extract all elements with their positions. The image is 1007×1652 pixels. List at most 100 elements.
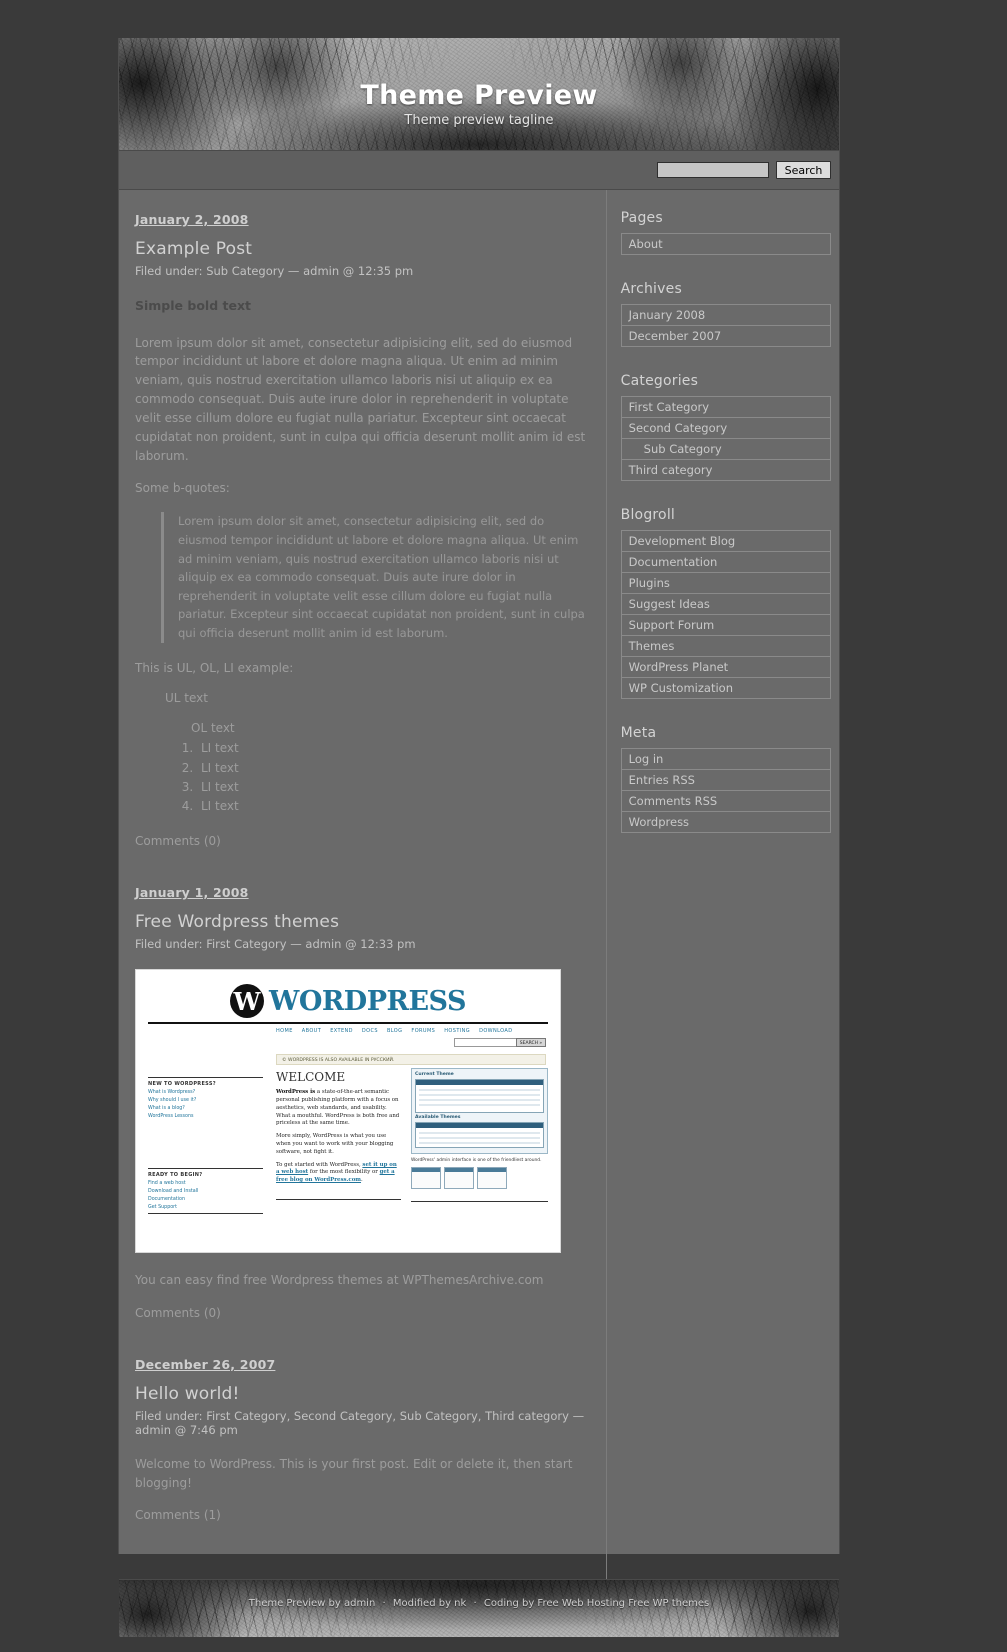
list-item: WordPress Planet	[620, 656, 831, 677]
post-date[interactable]: January 1, 2008	[135, 885, 586, 900]
page-wrapper: Theme Preview Theme preview tagline Sear…	[118, 38, 840, 1638]
theme-thumbnail	[415, 1079, 544, 1114]
wordpress-middle-column: WELCOME WordPress is a state-of-the-art …	[276, 1070, 401, 1203]
sidebar-link-sub-category[interactable]: Sub Category	[620, 438, 831, 459]
welcome-strong: WordPress is	[276, 1089, 316, 1096]
link-item: Download and Install	[148, 1189, 199, 1195]
widget-archives: Archives January 2008 December 2007	[615, 281, 831, 347]
post-paragraph: Welcome to WordPress. This is your first…	[135, 1456, 573, 1490]
post-title[interactable]: Hello world!	[135, 1384, 586, 1404]
nav-item: BLOG	[386, 1028, 403, 1035]
blog-tagline: Theme preview tagline	[404, 113, 554, 128]
list-item: LI text	[197, 739, 586, 758]
blog-title[interactable]: Theme Preview	[119, 80, 839, 111]
post-meta: Filed under: First Category, Second Cate…	[135, 1408, 585, 1437]
post-bold-lead: Simple bold text	[135, 298, 251, 313]
welcome-paragraph-3: To get started with WordPress, set it up…	[276, 1162, 401, 1185]
post-date[interactable]: December 26, 2007	[135, 1357, 586, 1372]
list-item: Entries RSS	[620, 769, 831, 790]
list-item: Plugins	[620, 572, 831, 593]
comments-link[interactable]: Comments (1)	[135, 1506, 586, 1525]
post-free-wordpress-themes: January 1, 2008 Free Wordpress themes Fi…	[135, 885, 586, 1323]
section-title: NEW TO WORDPRESS?	[148, 1081, 216, 1088]
sidebar-link-documentation[interactable]: Documentation	[620, 551, 831, 572]
sidebar-link-wp-customization[interactable]: WP Customization	[620, 677, 831, 699]
nav-item: DOWNLOAD	[479, 1028, 513, 1035]
wordpress-nav: HOME ABOUT EXTEND DOCS BLOG FORUMS HOSTI…	[276, 1028, 513, 1034]
welcome-paragraph-1: WordPress is a state-of-the-art semantic…	[276, 1089, 401, 1128]
sidebar-link-themes[interactable]: Themes	[620, 635, 831, 656]
list-item: Second Category	[620, 417, 831, 438]
list-item: January 2008	[620, 304, 831, 325]
sidebar-link-development-blog[interactable]: Development Blog	[620, 530, 831, 551]
comments-link[interactable]: Comments (0)	[135, 832, 586, 851]
theme-thumbnail	[415, 1122, 544, 1149]
theme-tile	[444, 1167, 474, 1190]
sidebar-link-third-category[interactable]: Third category	[620, 459, 831, 481]
search-input[interactable]	[657, 162, 769, 178]
divider	[411, 1201, 548, 1203]
list-item: LI text	[197, 778, 586, 797]
list-item: Suggest Ideas	[620, 593, 831, 614]
link-item: Find a web host	[148, 1181, 186, 1187]
sidebar-link-log-in[interactable]: Log in	[620, 748, 831, 769]
widget-meta: Meta Log in Entries RSS Comments RSS Wor…	[615, 725, 831, 833]
widget-list: Log in Entries RSS Comments RSS Wordpres…	[620, 748, 831, 833]
footer-separator: ·	[382, 1598, 386, 1610]
sidebar-link-december-2007[interactable]: December 2007	[620, 325, 831, 347]
nav-item: HOME	[276, 1028, 293, 1035]
search-button[interactable]: Search	[776, 161, 831, 179]
list-item: December 2007	[620, 325, 831, 347]
widget-list: First Category Second Category Sub Categ…	[620, 396, 831, 481]
post-meta: Filed under: Sub Category — admin @ 12:3…	[135, 264, 414, 278]
post-title[interactable]: Example Post	[135, 239, 586, 259]
widget-pages: Pages About	[615, 210, 831, 255]
widget-title: Meta	[620, 725, 657, 741]
panel-title: Current Theme	[415, 1072, 454, 1078]
list-item: Third category	[620, 459, 831, 481]
footer-separator: ·	[473, 1598, 477, 1610]
sidebar-link-wordpress[interactable]: Wordpress	[620, 811, 831, 833]
footer-link-wp-themes[interactable]: Free WP themes	[628, 1598, 709, 1609]
list-item: LI text	[197, 797, 586, 816]
footer-credit-theme: Theme Preview by admin	[248, 1598, 376, 1610]
widget-list: Development Blog Documentation Plugins S…	[620, 530, 831, 699]
link-item: What is Wordpress?	[148, 1090, 196, 1096]
sidebar-link-entries-rss[interactable]: Entries RSS	[620, 769, 831, 790]
list-item: First Category	[620, 396, 831, 417]
footer-link-hosting[interactable]: Free Web Hosting	[537, 1598, 625, 1609]
wordpress-org-screenshot-image: W WORDPRESS HOME ABOUT EXTEND DOCS BLOG …	[135, 969, 561, 1254]
wordpress-screenshot-content: W WORDPRESS HOME ABOUT EXTEND DOCS BLOG …	[136, 970, 560, 1252]
comments-link[interactable]: Comments (0)	[135, 1304, 586, 1323]
sidebar-link-wordpress-planet[interactable]: WordPress Planet	[620, 656, 831, 677]
sidebar-link-suggest-ideas[interactable]: Suggest Ideas	[620, 593, 831, 614]
search-bar: Search	[119, 150, 839, 190]
post-blockquote-text: Lorem ipsum dolor sit amet, consectetur …	[178, 514, 585, 640]
sidebar-link-comments-rss[interactable]: Comments RSS	[620, 790, 831, 811]
link-item: Documentation	[148, 1197, 185, 1203]
sidebar-link-second-category[interactable]: Second Category	[620, 417, 831, 438]
post-example-post: January 2, 2008 Example Post Filed under…	[135, 212, 586, 851]
nav-item: HOSTING	[444, 1028, 471, 1035]
nav-item: ABOUT	[301, 1028, 322, 1035]
list-item: Development Blog	[620, 530, 831, 551]
sidebar-link-first-category[interactable]: First Category	[620, 396, 831, 417]
widget-title: Categories	[620, 373, 699, 389]
footer-credits: Theme Preview by admin · Modified by nk …	[119, 1580, 839, 1609]
admin-caption: WordPress' admin interface is one of the…	[411, 1158, 542, 1164]
post-paragraph: Lorem ipsum dolor sit amet, consectetur …	[135, 335, 586, 463]
post-title[interactable]: Free Wordpress themes	[135, 912, 586, 932]
sidebar-link-support-forum[interactable]: Support Forum	[620, 614, 831, 635]
para3-mid: for the most flexibility or	[308, 1169, 380, 1176]
section-title: READY TO BEGIN?	[148, 1172, 203, 1179]
sidebar-link-january-2008[interactable]: January 2008	[620, 304, 831, 325]
sidebar-link-about[interactable]: About	[620, 233, 831, 255]
sidebar-link-plugins[interactable]: Plugins	[620, 572, 831, 593]
ordered-list-label: OL text	[191, 721, 235, 736]
theme-tile	[411, 1167, 441, 1190]
unordered-list: UL text	[135, 691, 586, 705]
panel-title: Available Themes	[415, 1115, 461, 1121]
footer-credit-modified: Modified by nk	[392, 1598, 467, 1610]
post-body: You can easy find free Wordpress themes …	[135, 1271, 586, 1323]
post-date[interactable]: January 2, 2008	[135, 212, 586, 227]
